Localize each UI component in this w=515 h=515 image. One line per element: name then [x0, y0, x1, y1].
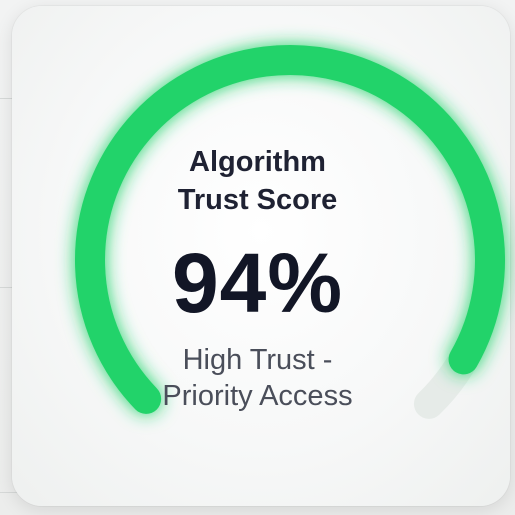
trust-status-line1: High Trust - — [182, 344, 333, 376]
screen: Algorithm Trust Score 94% High Trust - P… — [0, 0, 515, 515]
widget-title-line2: Trust Score — [177, 184, 338, 216]
trust-status-label: High Trust - Priority Access — [0, 342, 515, 414]
widget-title-line1: Algorithm — [189, 146, 326, 178]
widget-title: Algorithm Trust Score — [0, 143, 515, 219]
trust-score-value: 94% — [171, 236, 344, 330]
trust-status-line2: Priority Access — [162, 380, 353, 412]
